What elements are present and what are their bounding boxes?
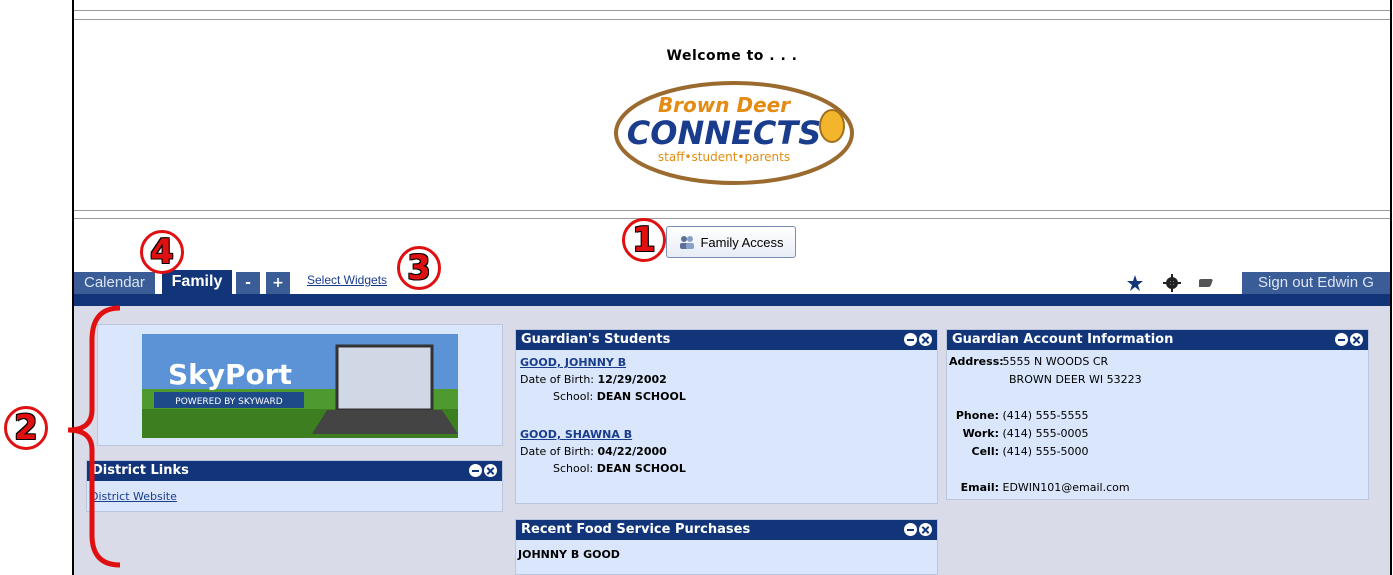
annotation-bracket	[67, 305, 121, 568]
work-row: Work: (414) 555-0005	[949, 427, 1089, 440]
school-label: School:	[553, 390, 594, 403]
print-icon[interactable]	[1199, 274, 1217, 292]
skyport-title: SkyPort	[168, 358, 292, 391]
skyport-panel: SkyPort POWERED BY SKYWARD	[97, 324, 503, 446]
email-row: Email: EDWIN101@email.com	[949, 481, 1130, 494]
logo-line3: staff•student•parents	[658, 150, 790, 164]
people-icon	[680, 236, 695, 249]
student-name-link[interactable]: GOOD, SHAWNA B	[520, 428, 632, 441]
family-access-button[interactable]: Family Access	[666, 226, 796, 258]
callout-marker-3: 3	[397, 246, 441, 290]
work-value: (414) 555-0005	[1002, 427, 1089, 440]
guardian-account-panel: Guardian Account Information Address: 55…	[946, 329, 1369, 500]
address-line2: BROWN DEER WI 53223	[1009, 373, 1142, 386]
address-row: Address: 5555 N WOODS CR	[949, 355, 1108, 368]
school-value: DEAN SCHOOL	[596, 462, 686, 475]
address-label: Address:	[949, 355, 1004, 368]
panel-header: Recent Food Service Purchases	[516, 520, 937, 540]
phone-row: Phone: (414) 555-5555	[949, 409, 1089, 422]
panel-title: Recent Food Service Purchases	[521, 522, 751, 537]
tab-family[interactable]: Family	[162, 270, 232, 294]
dob-value: 04/22/2000	[597, 445, 667, 458]
cell-label: Cell:	[971, 445, 999, 458]
student-school-row: School: DEAN SCHOOL	[553, 390, 686, 403]
address-line1: 5555 N WOODS CR	[1002, 355, 1109, 368]
minimize-icon[interactable]	[904, 523, 917, 536]
family-access-label: Family Access	[700, 234, 784, 250]
panel-title: Guardian Account Information	[952, 332, 1174, 347]
skyport-subtitle: POWERED BY SKYWARD	[175, 397, 282, 407]
guardians-students-panel: Guardian's Students GOOD, JOHNNY B Date …	[515, 329, 938, 504]
student-name-link[interactable]: GOOD, JOHNNY B	[520, 356, 626, 369]
close-icon[interactable]	[919, 523, 932, 536]
tab-bar: Calendar Family - + Select Widgets Sign …	[74, 270, 1390, 294]
district-links-panel: District Links District Website	[86, 460, 503, 512]
callout-marker-1: 1	[622, 218, 666, 262]
minimize-icon[interactable]	[904, 333, 917, 346]
student-dob-row: Date of Birth: 04/22/2000	[520, 445, 667, 458]
minimize-icon[interactable]	[1335, 333, 1348, 346]
email-label: Email:	[960, 481, 999, 494]
callout-marker-4: 4	[140, 230, 184, 274]
food-service-panel: Recent Food Service Purchases JOHNNY B G…	[515, 519, 938, 575]
dob-label: Date of Birth:	[520, 373, 595, 386]
school-value: DEAN SCHOOL	[596, 390, 686, 403]
panel-header: Guardian Account Information	[947, 330, 1368, 350]
phone-label: Phone:	[955, 409, 999, 422]
email-value: EDWIN101@email.com	[1002, 481, 1130, 494]
header-rule	[74, 10, 1390, 11]
add-tab-button[interactable]: +	[266, 272, 290, 294]
work-label: Work:	[962, 427, 999, 440]
student-dob-row: Date of Birth: 12/29/2002	[520, 373, 667, 386]
food-service-student: JOHNNY B GOOD	[518, 548, 620, 561]
brown-deer-connects-logo: Brown Deer CONNECTS staff•student•parent…	[614, 81, 854, 185]
phone-value: (414) 555-5555	[1002, 409, 1089, 422]
skyport-banner: SkyPort POWERED BY SKYWARD	[142, 334, 458, 438]
cell-row: Cell: (414) 555-5000	[949, 445, 1089, 458]
tab-calendar[interactable]: Calendar	[74, 272, 155, 294]
school-label: School:	[553, 462, 594, 475]
dob-value: 12/29/2002	[597, 373, 667, 386]
close-icon[interactable]	[484, 464, 497, 477]
close-icon[interactable]	[1350, 333, 1363, 346]
sign-out-button[interactable]: Sign out Edwin G	[1242, 272, 1390, 294]
panel-header: District Links	[87, 461, 502, 481]
select-widgets-link[interactable]: Select Widgets	[307, 273, 387, 287]
logo-line2: CONNECTS	[627, 114, 821, 152]
panel-header: Guardian's Students	[516, 330, 937, 350]
student-school-row: School: DEAN SCHOOL	[553, 462, 686, 475]
header-rule	[74, 210, 1390, 211]
dob-label: Date of Birth:	[520, 445, 595, 458]
close-icon[interactable]	[919, 333, 932, 346]
remove-tab-button[interactable]: -	[236, 272, 260, 294]
header-rule	[74, 218, 1390, 219]
nav-band	[74, 294, 1390, 306]
welcome-text: Welcome to . . .	[666, 48, 798, 64]
cell-value: (414) 555-5000	[1002, 445, 1089, 458]
favorites-star-icon[interactable]	[1126, 274, 1144, 292]
mouse-icon	[819, 109, 845, 143]
panel-title: Guardian's Students	[521, 332, 671, 347]
minimize-icon[interactable]	[469, 464, 482, 477]
settings-gear-icon[interactable]	[1163, 274, 1181, 292]
callout-marker-2: 2	[4, 406, 48, 450]
header-rule	[74, 19, 1390, 20]
